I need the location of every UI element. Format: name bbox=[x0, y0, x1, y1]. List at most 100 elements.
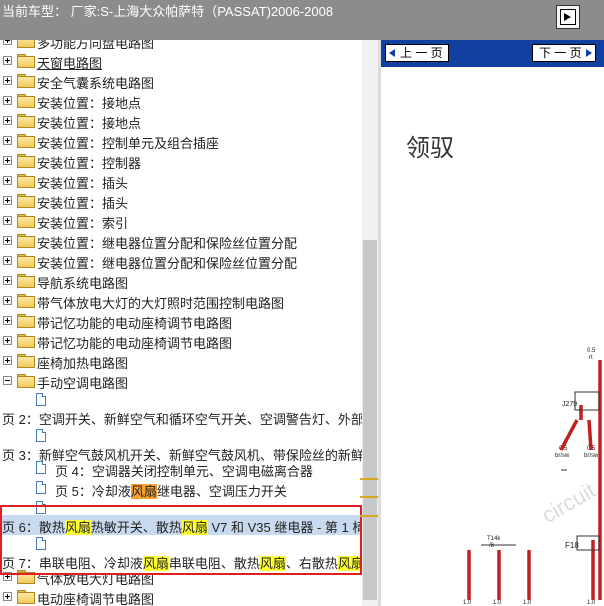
collapse-icon[interactable] bbox=[3, 376, 12, 385]
svg-text:1.0: 1.0 bbox=[463, 600, 472, 606]
svg-text:1.0: 1.0 bbox=[587, 600, 596, 606]
folder-icon bbox=[17, 254, 35, 268]
expand-icon[interactable] bbox=[3, 196, 12, 205]
tree-item[interactable]: 带气体放电大灯的大灯照时范围控制电路图 bbox=[0, 291, 362, 311]
expand-icon[interactable] bbox=[3, 56, 12, 65]
document-icon bbox=[36, 501, 46, 514]
expand-icon[interactable] bbox=[3, 216, 12, 225]
tree-item[interactable]: 带记忆功能的电动座椅调节电路图 bbox=[0, 331, 362, 351]
tree-item-label: 安装位置：索引 bbox=[37, 216, 129, 231]
search-highlight: 风扇 bbox=[181, 520, 208, 535]
search-highlight: 风扇 bbox=[64, 520, 91, 535]
folder-icon bbox=[17, 174, 35, 188]
expand-icon[interactable] bbox=[3, 176, 12, 185]
expand-icon[interactable] bbox=[3, 336, 12, 345]
folder-icon bbox=[17, 570, 35, 584]
tree-item[interactable]: 安全气囊系统电路图 bbox=[0, 71, 362, 91]
folder-icon bbox=[17, 94, 35, 108]
svg-text:1.0: 1.0 bbox=[493, 600, 502, 606]
document-icon bbox=[36, 429, 46, 442]
svg-text:rt: rt bbox=[589, 355, 593, 361]
svg-text:T14k: T14k bbox=[487, 536, 501, 542]
expand-icon[interactable] bbox=[3, 236, 12, 245]
tree-item[interactable]: 安装位置：插头 bbox=[0, 191, 362, 211]
folder-icon bbox=[17, 294, 35, 308]
tree-item-label: 安全气囊系统电路图 bbox=[37, 76, 155, 91]
tree-item-label: 手动空调电路图 bbox=[37, 376, 129, 391]
tree-item-label: 安装位置：控制单元及组合插座 bbox=[37, 136, 220, 151]
folder-icon bbox=[17, 154, 35, 168]
expand-icon[interactable] bbox=[3, 316, 12, 325]
expand-icon[interactable] bbox=[3, 136, 12, 145]
svg-text:br/sw: br/sw bbox=[584, 453, 599, 459]
tree-item-label: 安装位置：接地点 bbox=[37, 96, 142, 111]
watermark: circuit bbox=[537, 478, 599, 528]
tree-item-label: 安装位置：继电器位置分配和保险丝位置分配 bbox=[37, 236, 298, 251]
tree-item[interactable]: 带记忆功能的电动座椅调节电路图 bbox=[0, 311, 362, 331]
wire-traces bbox=[467, 360, 602, 600]
document-icon bbox=[36, 461, 46, 474]
expand-icon[interactable] bbox=[3, 76, 12, 85]
vehicle-title: 当前车型： 厂家:S-上海大众帕萨特（PASSAT)2006-2008 bbox=[2, 4, 334, 19]
folder-icon bbox=[17, 134, 35, 148]
expand-icon[interactable] bbox=[3, 256, 12, 265]
svg-text:/6: /6 bbox=[489, 543, 495, 549]
tree-item[interactable]: 座椅加热电路图 bbox=[0, 351, 362, 371]
tree-item[interactable]: 安装位置：接地点 bbox=[0, 91, 362, 111]
tree-item-label: 安装位置：控制器 bbox=[37, 156, 142, 171]
svg-text:0.5: 0.5 bbox=[587, 348, 596, 354]
tree-item-label: 安装位置：插头 bbox=[37, 176, 129, 191]
tree-item-expanded[interactable]: 手动空调电路图 bbox=[0, 371, 362, 391]
tree-item-label: 页 4：空调器关闭控制单元、空调电磁离合器 bbox=[55, 464, 313, 479]
folder-icon bbox=[17, 74, 35, 88]
tree-leaf[interactable]: 页 5：冷却液风扇继电器、空调压力开关 bbox=[0, 479, 362, 499]
tree-item[interactable]: 安装位置：继电器位置分配和保险丝位置分配 bbox=[0, 231, 362, 251]
scroll-marker bbox=[360, 515, 380, 517]
expand-icon[interactable] bbox=[3, 356, 12, 365]
expand-icon[interactable] bbox=[3, 296, 12, 305]
tree-item[interactable]: 多功能方向盘电路图 bbox=[0, 40, 362, 51]
tree-item-label: 安装位置：插头 bbox=[37, 196, 129, 211]
expand-icon[interactable] bbox=[3, 116, 12, 125]
tree-item[interactable]: 安装位置：控制单元及组合插座 bbox=[0, 131, 362, 151]
tree-item[interactable]: 安装位置：插头 bbox=[0, 171, 362, 191]
document-icon bbox=[36, 537, 46, 550]
svg-text:br/sw: br/sw bbox=[555, 453, 570, 459]
tree-item[interactable]: 安装位置：索引 bbox=[0, 211, 362, 231]
scrollbar-thumb[interactable] bbox=[363, 240, 377, 600]
tree-item-label: 页 6：散热风扇热敏开关、散热风扇 V7 和 V35 继电器 - 第 1 椅 bbox=[2, 520, 362, 535]
expand-icon[interactable] bbox=[3, 156, 12, 165]
tree-leaf[interactable]: 页 2：空调开关、新鲜空气和循环空气开关、空调警告灯、外部 bbox=[0, 407, 362, 427]
tree-item[interactable]: 电动座椅调节电路图 bbox=[0, 587, 362, 606]
diagram-viewer: 上 一 页 下 一 页 领驭 0.5 rt J279 0.5 br/sw 0.5… bbox=[381, 40, 604, 606]
tree-item-label: 气体放电大灯电路图 bbox=[37, 572, 155, 587]
tree-item-label: 页 2：空调开关、新鲜空气和循环空气开关、空调警告灯、外部 bbox=[2, 412, 362, 427]
folder-icon bbox=[17, 40, 35, 48]
tree-item[interactable]: 安装位置：继电器位置分配和保险丝位置分配 bbox=[0, 251, 362, 271]
folder-icon bbox=[17, 114, 35, 128]
wiring-diagram: 0.5 rt J279 0.5 br/sw 0.5 br/sw T14k /6 … bbox=[463, 348, 602, 606]
tree-leaf-selected[interactable]: 页 6：散热风扇热敏开关、散热风扇 V7 和 V35 继电器 - 第 1 椅 bbox=[0, 515, 362, 535]
tree-leaf[interactable]: 页 4：空调器关闭控制单元、空调电磁离合器 bbox=[0, 459, 362, 479]
toggle-pane-button[interactable] bbox=[556, 5, 580, 29]
expand-icon[interactable] bbox=[3, 276, 12, 285]
scroll-marker bbox=[360, 496, 380, 498]
expand-icon[interactable] bbox=[3, 572, 12, 581]
tree-item[interactable]: 安装位置：控制器 bbox=[0, 151, 362, 171]
document-icon bbox=[36, 481, 46, 494]
expand-icon[interactable] bbox=[3, 592, 12, 601]
expand-icon[interactable] bbox=[3, 96, 12, 105]
tree-item-label: 安装位置：接地点 bbox=[37, 116, 142, 131]
expand-icon[interactable] bbox=[3, 40, 12, 45]
svg-text:1.0: 1.0 bbox=[523, 600, 532, 606]
scroll-marker bbox=[360, 478, 380, 480]
tree-item[interactable]: 天窗电路图 bbox=[0, 51, 362, 71]
folder-open-icon bbox=[17, 374, 35, 388]
tree-item-label: 页 5：冷却液风扇继电器、空调压力开关 bbox=[55, 484, 287, 499]
tree-item[interactable]: 导航系统电路图 bbox=[0, 271, 362, 291]
tree-item[interactable]: 安装位置：接地点 bbox=[0, 111, 362, 131]
folder-icon bbox=[17, 590, 35, 604]
tree-item-label: 带气体放电大灯的大灯照时范围控制电路图 bbox=[37, 296, 285, 311]
tree-item[interactable]: 气体放电大灯电路图 bbox=[0, 567, 362, 587]
title-bar: 当前车型： 厂家:S-上海大众帕萨特（PASSAT)2006-2008 bbox=[0, 0, 604, 40]
